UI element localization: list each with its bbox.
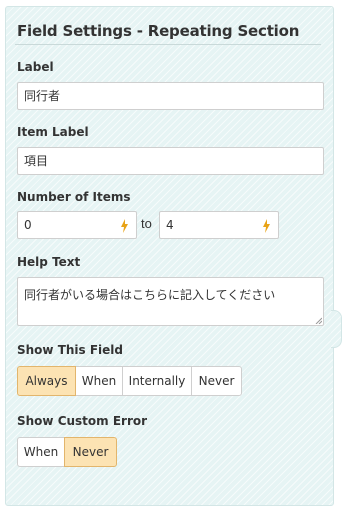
- show-never-button[interactable]: Never: [191, 366, 242, 396]
- error-never-button[interactable]: Never: [64, 437, 117, 467]
- help-text-value: 同行者がいる場合はこちらに記入してください: [24, 288, 276, 302]
- help-text-label: Help Text: [17, 255, 81, 269]
- help-text-textarea[interactable]: 同行者がいる場合はこちらに記入してください: [17, 277, 324, 326]
- panel-title: Field Settings - Repeating Section: [17, 22, 300, 40]
- lightning-bolt-icon[interactable]: [121, 219, 128, 233]
- panel-tab-notch: [331, 310, 342, 348]
- label-field-label: Label: [17, 60, 54, 74]
- label-input-value: 同行者: [24, 89, 61, 103]
- show-this-field-label: Show This Field: [17, 343, 124, 357]
- error-when-button[interactable]: When: [17, 437, 65, 467]
- min-items-value: 0: [24, 218, 32, 232]
- item-label-field-label: Item Label: [17, 125, 89, 139]
- show-custom-error-label: Show Custom Error: [17, 414, 148, 428]
- title-divider: [15, 44, 321, 45]
- item-label-input-value: 項目: [24, 154, 49, 168]
- max-items-value: 4: [166, 218, 174, 232]
- show-custom-error-options: When Never: [17, 437, 117, 467]
- show-this-field-options: Always When Internally Never: [17, 366, 242, 396]
- range-to-text: to: [141, 216, 152, 231]
- max-items-input[interactable]: 4: [159, 211, 279, 239]
- show-internally-button[interactable]: Internally: [122, 366, 192, 396]
- number-of-items-label: Number of Items: [17, 190, 131, 204]
- label-input[interactable]: 同行者: [17, 82, 324, 110]
- item-label-input[interactable]: 項目: [17, 147, 324, 175]
- lightning-bolt-icon[interactable]: [263, 219, 270, 233]
- min-items-input[interactable]: 0: [17, 211, 137, 239]
- show-always-button[interactable]: Always: [17, 366, 76, 396]
- show-when-button[interactable]: When: [75, 366, 123, 396]
- resize-handle-icon[interactable]: [314, 316, 322, 324]
